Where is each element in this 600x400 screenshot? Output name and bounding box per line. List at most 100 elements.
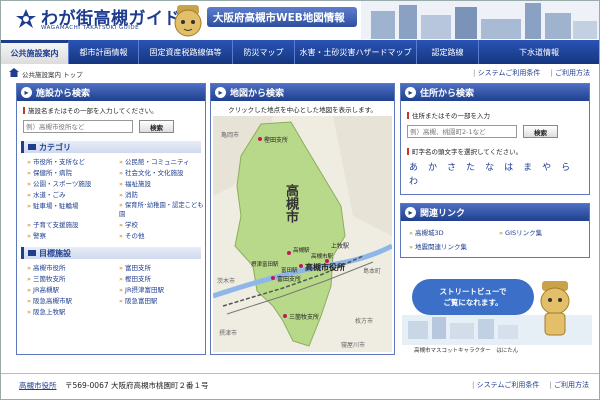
city-skyline-image [361, 1, 599, 39]
map-caption: クリックした地点を中心とした地図を表示します。 [228, 106, 377, 114]
category-heading: カテゴリ [21, 141, 201, 153]
city-emblem-icon [16, 9, 36, 28]
kana-link[interactable]: な [485, 160, 494, 173]
landmark-item[interactable]: 三箇牧支所 [27, 273, 115, 283]
map-label-takatsuki-st: 高槻駅 [293, 248, 310, 254]
kana-link[interactable]: た [466, 160, 475, 173]
kana-link[interactable]: や [542, 160, 551, 173]
category-item[interactable]: 保健所・病院 [27, 167, 115, 177]
kana-link[interactable]: さ [447, 160, 456, 173]
kana-link[interactable]: あ [409, 160, 418, 173]
category-item[interactable]: 福祉施設 [119, 178, 207, 188]
category-item[interactable]: 公民館・コミュニティ [119, 156, 207, 166]
map-label-kameoka: 亀岡市 [221, 132, 240, 139]
category-item[interactable]: 子育て支援施設 [27, 219, 115, 229]
map-label-city: 高槻市 [283, 184, 298, 223]
map-label-shimamoto: 島本町 [363, 268, 382, 275]
category-item[interactable]: 水道・ごみ [27, 189, 115, 199]
footer-address: 〒569-0067 大阪府高槻市桃園町２番１号 [65, 381, 209, 390]
landmark-item[interactable]: JR高槻駅 [27, 284, 115, 294]
landmark-item[interactable]: 阪急高槻市駅 [27, 295, 115, 305]
city-map[interactable]: 亀岡市 島本町 茨木市 枚方市 摂津市 寝屋川市 高槻市 樫田支所 高槻市役所 … [213, 116, 392, 352]
nav-sewer-info[interactable]: 下水道情報 [479, 40, 599, 64]
street-view-bubble[interactable]: ストリートビューで ご覧になれます。 [412, 279, 534, 315]
kana-link[interactable]: か [428, 160, 437, 173]
map-label-tonda-st: 富田駅 [281, 268, 298, 274]
related-links-list: 高槻城3D GISリンク集 地震関連リンク集 [401, 221, 589, 251]
landmark-heading: 目標施設 [21, 247, 201, 259]
hanitan-mascot-icon [540, 281, 570, 336]
address-search-button[interactable]: 検索 [523, 125, 558, 138]
home-icon [9, 68, 19, 77]
mascot-caption: 高槻市マスコットキャラクター はにたん [414, 348, 519, 354]
street-view-promo[interactable]: ストリートビューで ご覧になれます。 高槻市マスコットキャラクター はにたん [402, 275, 592, 355]
category-item[interactable]: 学校 [119, 219, 207, 229]
kana-link[interactable]: は [504, 160, 513, 173]
main-nav: 公共施設案内 都市計画情報 固定資産税路線価等 防災マップ 水害・土砂災害ハザー… [1, 40, 599, 64]
kana-link[interactable]: ら [561, 160, 570, 173]
footer-terms-link[interactable]: システムご利用条件 [472, 380, 540, 390]
footer-city-link[interactable]: 高槻市役所 [19, 380, 57, 391]
address-search-input[interactable] [407, 125, 517, 138]
related-links-panel: ▸ 関連リンク 高槻城3D GISリンク集 地震関連リンク集 [400, 203, 590, 258]
nav-certified-routes[interactable]: 認定路線 [417, 40, 479, 64]
hanitan-mascot-icon [174, 5, 202, 37]
terms-link[interactable]: システムご利用条件 [473, 68, 541, 78]
landmark-item[interactable]: 富田支所 [119, 262, 207, 272]
map-label-hirakata: 枚方市 [355, 318, 374, 325]
related-link[interactable]: GISリンク集 [499, 227, 579, 237]
site-label: 大阪府高槻市WEB地図情報 [213, 12, 345, 24]
category-item[interactable]: その他 [119, 230, 207, 240]
related-links-header: ▸ 関連リンク [401, 204, 589, 221]
facility-search-panel: ▸ 施設から検索 施設名またはその一部を入力してください。 検索 カテゴリ 市役… [16, 83, 206, 355]
nav-property-tax[interactable]: 固定資産税路線価等 [139, 40, 233, 64]
related-link[interactable]: 高槻城3D [409, 227, 499, 237]
address-search-header: ▸ 住所から検索 [401, 84, 589, 101]
kana-instruction: 町字名の頭文字を選択してください。 [407, 146, 583, 156]
address-search-panel: ▸ 住所から検索 住所またはその一部を入力 検索 町字名の頭文字を選択してくださ… [400, 83, 590, 195]
category-item[interactable]: 社会文化・文化施設 [119, 167, 207, 177]
nav-disaster-map[interactable]: 防災マップ [233, 40, 295, 64]
related-link[interactable]: 地震関連リンク集 [409, 241, 499, 251]
map-search-title: 地図から検索 [230, 89, 285, 99]
facility-search-input[interactable] [23, 120, 133, 133]
map-label-kamimaki: 上牧駅 [331, 243, 350, 250]
category-item[interactable]: 警察 [27, 230, 115, 240]
related-links-title: 関連リンク [420, 209, 466, 219]
kana-index-row1: あ か さ た な は ま や ら [401, 156, 589, 173]
promo-line2: ご覧になれます。 [443, 298, 503, 307]
category-item[interactable]: 市役所・支所など [27, 156, 115, 166]
facility-search-button[interactable]: 検索 [139, 120, 174, 133]
usage-link[interactable]: ご利用方法 [550, 68, 590, 78]
landmark-item[interactable]: JR摂津富田駅 [119, 284, 207, 294]
category-item[interactable]: 駐車場・駐輪場 [27, 200, 115, 218]
category-item[interactable]: 保育所･幼稚園・認定こども園 [119, 200, 207, 218]
facility-search-instruction: 施設名またはその一部を入力してください。 [23, 105, 199, 115]
landmark-item[interactable]: 阪急富田駅 [119, 295, 207, 305]
footer-usage-link[interactable]: ご利用方法 [549, 380, 589, 390]
kana-link[interactable]: わ [409, 174, 418, 187]
landmark-item[interactable]: 樫田支所 [119, 273, 207, 283]
map-label-ibaraki: 茨木市 [217, 278, 236, 285]
search-icon: ▸ [405, 87, 416, 98]
top-links: システムご利用条件 ご利用方法 [473, 68, 590, 78]
search-icon: ▸ [21, 87, 32, 98]
map-label-neyagawa: 寝屋川市 [341, 342, 366, 349]
map-label-settsu: 摂津市 [219, 330, 238, 337]
footer-links: システムご利用条件 ご利用方法 [472, 380, 589, 390]
category-item[interactable]: 公園・スポーツ施設 [27, 178, 115, 188]
link-icon: ▸ [405, 207, 416, 218]
landmark-item[interactable]: 阪急上牧駅 [27, 306, 115, 316]
kana-link[interactable]: ま [523, 160, 532, 173]
landmark-item[interactable]: 高槻市役所 [27, 262, 115, 272]
breadcrumb: 公共施設案内 トップ [22, 71, 83, 79]
category-item[interactable]: 消防 [119, 189, 207, 199]
site-logo-subtitle: WAGAMACHI TAKATSUKI GUIDE [41, 25, 140, 31]
nav-hazard-map[interactable]: 水害・土砂災害ハザードマップ [295, 40, 417, 64]
map-label-setsutonda-st: 摂津富田駅 [251, 262, 279, 268]
nav-public-facilities[interactable]: 公共施設案内 [1, 40, 69, 64]
map-label-cityhall: 高槻市役所 [305, 263, 345, 272]
map-label-kashida: 樫田支所 [264, 137, 289, 144]
nav-city-planning[interactable]: 都市計画情報 [69, 40, 139, 64]
category-title: カテゴリ [39, 142, 71, 152]
